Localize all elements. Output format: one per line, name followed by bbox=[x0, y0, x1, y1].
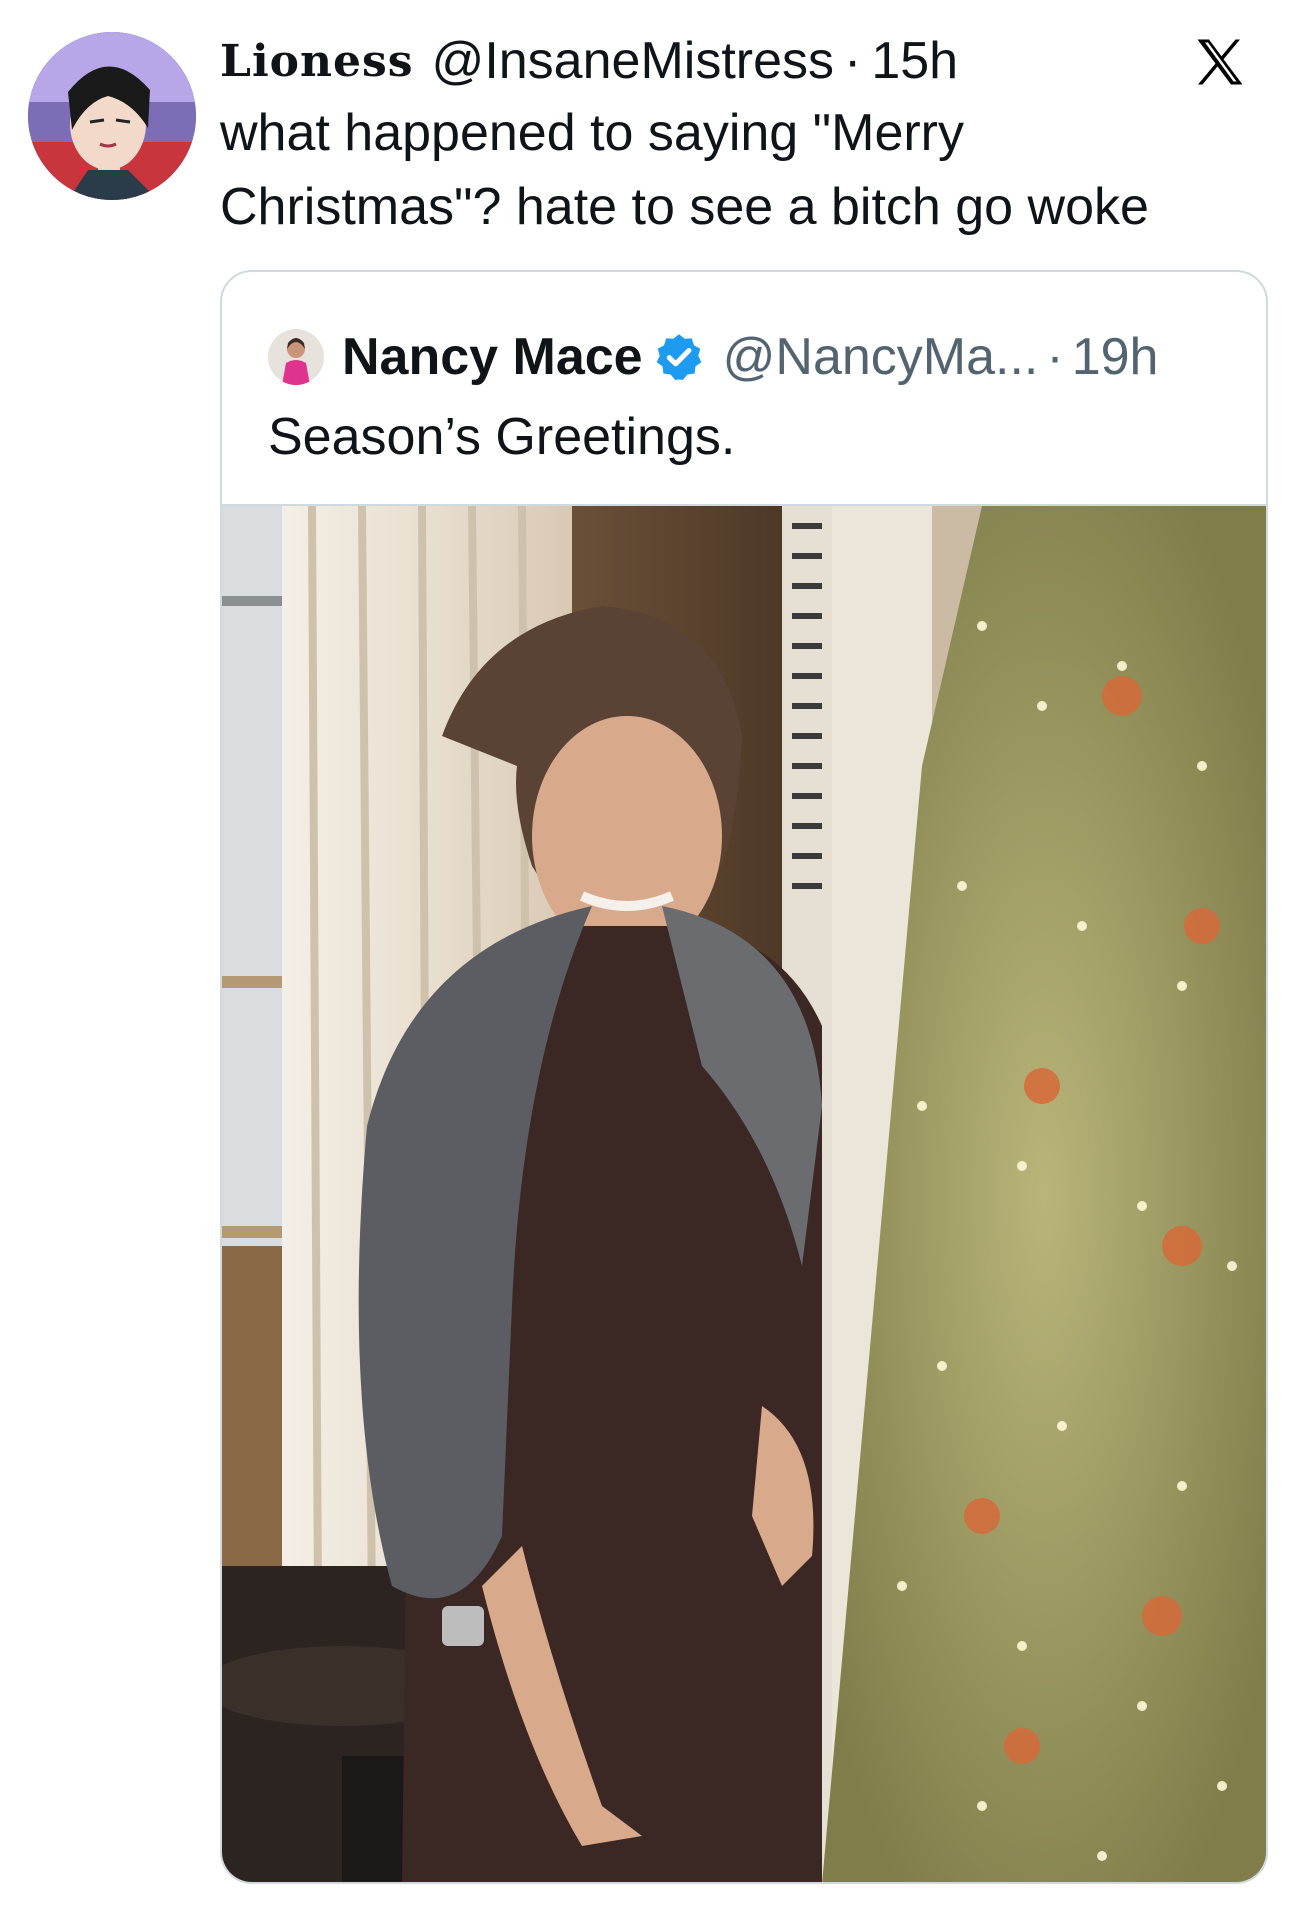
quoted-author-handle[interactable]: @NancyMa... bbox=[723, 327, 1039, 387]
author-avatar[interactable] bbox=[28, 32, 196, 200]
tweet-time[interactable]: 15h bbox=[871, 31, 958, 91]
separator-dot: · bbox=[1046, 328, 1064, 386]
quoted-author-display-name[interactable]: Nancy Mace bbox=[342, 327, 643, 387]
quoted-tweet-time[interactable]: 19h bbox=[1072, 327, 1159, 387]
separator-dot: · bbox=[844, 32, 862, 90]
tweet-header: Lioness @InsaneMistress · 15h bbox=[220, 26, 1250, 96]
quoted-tweet-header: Nancy Mace @NancyMa... · 19h bbox=[268, 322, 1158, 392]
tweet-text: what happened to saying "Merry Christmas… bbox=[220, 104, 1149, 236]
verified-badge-icon bbox=[656, 334, 701, 380]
author-handle[interactable]: @InsaneMistress bbox=[432, 31, 834, 91]
quoted-tweet-text: Season’s Greetings. bbox=[268, 408, 736, 466]
quoted-tweet-photo[interactable] bbox=[222, 504, 1266, 1884]
quoted-author-avatar[interactable] bbox=[268, 329, 324, 385]
author-display-name[interactable]: Lioness bbox=[220, 36, 414, 87]
x-logo-icon[interactable] bbox=[1190, 32, 1250, 92]
quoted-tweet-card[interactable]: Nancy Mace @NancyMa... · 19h Season’s Gr… bbox=[220, 270, 1268, 1884]
